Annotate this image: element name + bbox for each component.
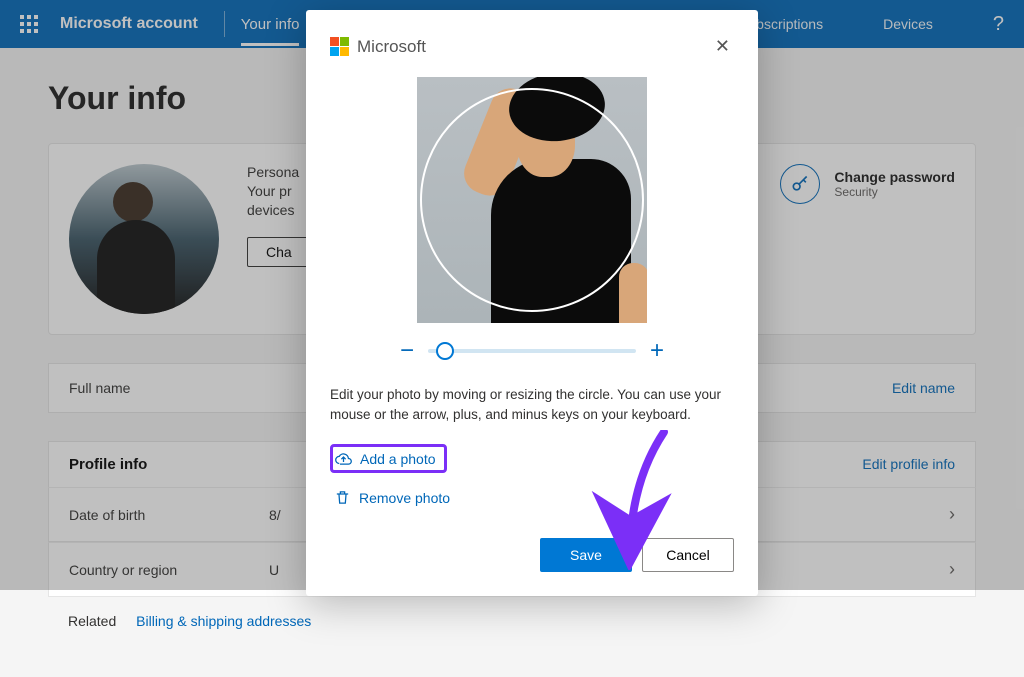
zoom-control: − +: [330, 339, 734, 363]
edit-photo-modal: Microsoft ✕ − + Edit your photo by movin…: [306, 10, 758, 596]
zoom-slider-track[interactable]: [428, 349, 636, 353]
cloud-upload-icon: [335, 450, 352, 467]
trash-icon: [334, 489, 351, 506]
related-label: Related: [68, 613, 116, 629]
remove-photo-label: Remove photo: [359, 490, 450, 506]
add-a-photo-label: Add a photo: [360, 451, 436, 467]
related-billing-link[interactable]: Billing & shipping addresses: [136, 613, 311, 629]
modal-description: Edit your photo by moving or resizing th…: [330, 385, 734, 424]
remove-photo-button[interactable]: Remove photo: [330, 483, 454, 512]
cancel-button[interactable]: Cancel: [642, 538, 734, 572]
zoom-out-button[interactable]: −: [400, 339, 414, 363]
zoom-slider-thumb[interactable]: [436, 342, 454, 360]
save-button[interactable]: Save: [540, 538, 632, 572]
modal-brand: Microsoft: [357, 37, 426, 57]
add-a-photo-button[interactable]: Add a photo: [330, 444, 447, 473]
photo-crop-preview[interactable]: [417, 77, 647, 323]
related-row: Related Billing & shipping addresses: [48, 597, 976, 645]
microsoft-logo-icon: [330, 37, 349, 56]
zoom-in-button[interactable]: +: [650, 339, 664, 363]
close-icon[interactable]: ✕: [711, 32, 734, 61]
